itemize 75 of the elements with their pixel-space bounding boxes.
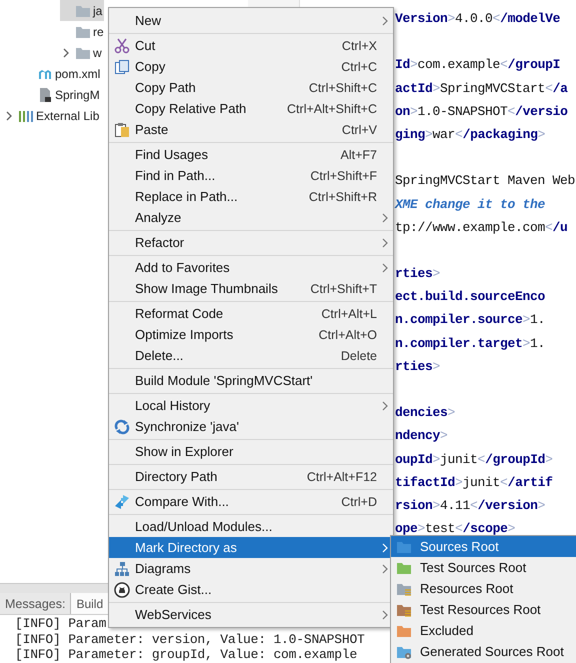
submenu-item[interactable]: Generated Sources Root — [391, 641, 576, 662]
menu-item[interactable]: Diagrams — [109, 558, 393, 579]
menu-item[interactable]: Add to Favorites — [109, 257, 393, 278]
menu-item[interactable]: Paste Ctrl+V — [109, 119, 393, 140]
scissors-icon — [114, 38, 130, 54]
tree-item[interactable]: re — [60, 21, 106, 42]
menu-item[interactable]: Load/Unload Modules... — [109, 516, 393, 537]
menu-item[interactable]: Reformat Code Ctrl+Alt+L — [109, 303, 393, 324]
menu-item[interactable]: Show Image Thumbnails Ctrl+Shift+T — [109, 278, 393, 299]
log-line: [INFO] Parameter: groupId, Value: com.example — [15, 647, 358, 662]
code-line: Id>com.example</groupI — [395, 56, 560, 74]
menu-item[interactable]: Optimize Imports Ctrl+Alt+O — [109, 324, 393, 345]
folder-icon — [75, 46, 91, 60]
code-line: rties> — [395, 358, 440, 376]
code-line: n.compiler.source>1. — [395, 311, 546, 330]
compare-icon — [114, 494, 130, 510]
code-line: dencies> — [395, 404, 456, 422]
log-line: [INFO] Param — [15, 616, 106, 632]
code-line: rsion>4.11</version> — [395, 496, 546, 515]
menu-item[interactable]: Analyze — [109, 207, 393, 228]
panel-tab[interactable]: Build — [70, 593, 110, 614]
tree-item[interactable]: External Lib — [3, 105, 102, 126]
menu-item[interactable]: Synchronize 'java' — [109, 416, 393, 437]
menu-item[interactable]: Mark Directory as — [109, 537, 393, 558]
menu-item[interactable]: WebServices — [109, 604, 393, 625]
code-line: XME change it to the — [395, 196, 546, 214]
code-line: actId>SpringMVCStart</a — [395, 80, 568, 98]
octocat-icon — [114, 582, 130, 598]
submenu-item[interactable]: Test Resources Root — [391, 599, 576, 620]
menu-item[interactable]: Compare With... Ctrl+D — [109, 491, 393, 512]
folder-icon — [75, 24, 91, 38]
submenu-item[interactable]: Sources Root — [391, 536, 576, 557]
code-line: ging>war</packaging> — [395, 126, 546, 144]
code-line: SpringMVCStart Maven Web — [395, 172, 576, 190]
menu-item[interactable]: New — [109, 10, 393, 31]
copy-icon — [114, 58, 130, 74]
hierarchy-icon — [114, 560, 130, 576]
submenu-item[interactable]: Excluded — [391, 620, 576, 641]
menu-item[interactable]: Cut Ctrl+X — [109, 35, 393, 56]
paste-icon — [114, 122, 130, 138]
code-line: ope>test</scope> — [395, 520, 516, 538]
code-line: tp://www.example.com</u — [395, 218, 568, 237]
submenu-item[interactable]: Test Sources Root — [391, 557, 576, 578]
menu-item[interactable]: Local History — [109, 395, 393, 416]
menu-item[interactable]: Delete... Delete — [109, 345, 393, 366]
tree-item[interactable]: SpringM — [22, 84, 102, 105]
tree-item[interactable]: w — [60, 42, 104, 63]
menu-item[interactable]: Find in Path... Ctrl+Shift+F — [109, 165, 393, 186]
code-line: oupId>junit</groupId> — [395, 450, 553, 469]
code-line: n.compiler.target>1. — [395, 334, 546, 353]
code-line: ect.build.sourceEnco — [395, 288, 546, 306]
library-icon — [18, 108, 34, 122]
menu-item[interactable]: Copy Path Ctrl+Shift+C — [109, 77, 393, 98]
sync-icon — [114, 418, 130, 434]
code-line: rties> — [395, 265, 440, 284]
menu-item[interactable]: Directory Path Ctrl+Alt+F12 — [109, 466, 393, 487]
code-line: on>1.0-SNAPSHOT</versio — [395, 102, 568, 121]
menu-item[interactable]: Create Gist... — [109, 579, 393, 600]
log-line: [INFO] Parameter: version, Value: 1.0-SNAPSHOT — [15, 632, 365, 647]
submenu-item[interactable]: Resources Root — [391, 578, 576, 599]
menu-item[interactable]: Replace in Path... Ctrl+Shift+R — [109, 186, 393, 207]
menu-item[interactable]: Build Module 'SpringMVCStart' — [109, 370, 393, 391]
menu-item[interactable]: Copy Ctrl+C — [109, 56, 393, 77]
menu-item[interactable]: Show in Explorer — [109, 441, 393, 462]
folder-icon — [75, 4, 91, 18]
tree-item[interactable]: ja — [60, 0, 104, 21]
panel-title: Messages: — [4, 596, 66, 613]
module-file-icon — [37, 86, 53, 102]
code-line: tifactId>junit</artif — [395, 474, 553, 492]
tree-item[interactable]: pom.xml — [22, 63, 102, 84]
code-line: ndency> — [395, 427, 448, 446]
menu-item[interactable]: Refactor — [109, 232, 393, 253]
menu-item[interactable]: Copy Relative Path Ctrl+Alt+Shift+C — [109, 98, 393, 119]
menu-item[interactable]: Find Usages Alt+F7 — [109, 144, 393, 165]
code-line: Version>4.0.0</modelVe — [395, 10, 560, 28]
